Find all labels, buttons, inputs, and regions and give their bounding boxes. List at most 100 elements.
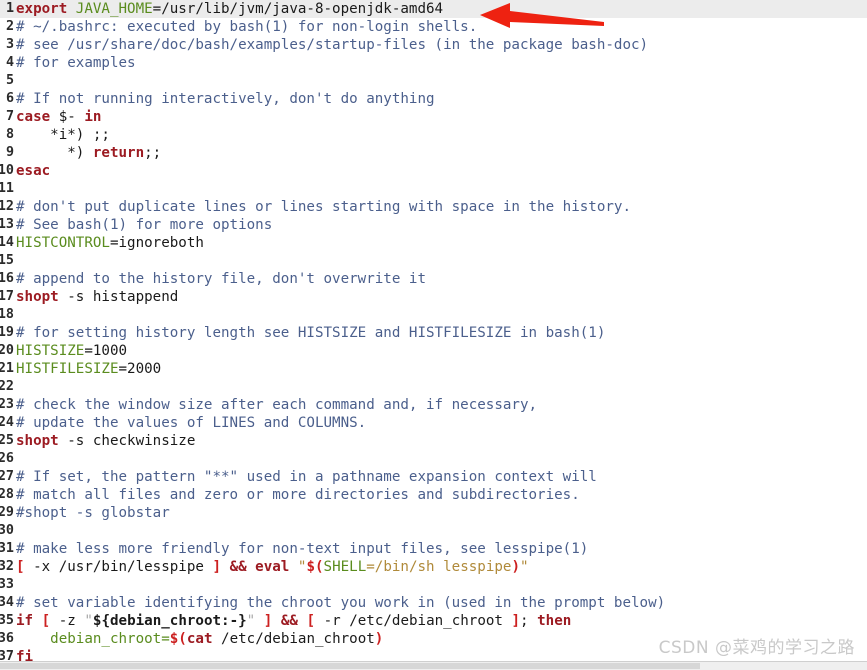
code-line-text: # make less more friendly for non-text i… xyxy=(16,540,588,558)
code-token-comment: # If not running interactively, don't do… xyxy=(16,91,435,107)
code-line-text: # ~/.bashrc: executed by bash(1) for non… xyxy=(16,18,477,36)
line-number: 12 xyxy=(0,199,14,214)
code-line[interactable]: 23 # check the window size after each com… xyxy=(0,396,867,414)
code-line[interactable]: 25 shopt -s checkwinsize xyxy=(0,432,867,450)
code-line-text: case $- in xyxy=(16,108,101,126)
line-number: 31 xyxy=(0,541,14,556)
code-token-subst: $( xyxy=(306,559,324,575)
code-line[interactable]: 19 # for setting history length see HISTS… xyxy=(0,324,867,342)
code-line[interactable]: 12 # don't put duplicate lines or lines s… xyxy=(0,198,867,216)
code-token-subst: $( xyxy=(169,631,187,647)
code-line[interactable]: 26 xyxy=(0,450,867,468)
code-token-punct: [ xyxy=(306,613,316,629)
code-line[interactable]: 3 # see /usr/share/doc/bash/examples/star… xyxy=(0,36,867,54)
code-token-punct: [ xyxy=(16,559,25,575)
code-line-text: if [ -z "${debian_chroot:-}" ] && [ -r /… xyxy=(16,612,571,630)
horizontal-scrollbar-thumb[interactable] xyxy=(0,663,700,669)
code-line[interactable]: 7 case $- in xyxy=(0,108,867,126)
line-number: 30 xyxy=(0,523,14,538)
csdn-watermark: CSDN @菜鸡的学习之路 xyxy=(658,638,855,658)
code-token-plain: -s histappend xyxy=(58,289,179,305)
code-line[interactable]: 28 # match all files and zero or more dir… xyxy=(0,486,867,504)
line-number: 19 xyxy=(0,325,14,340)
line-number: 26 xyxy=(0,451,14,466)
code-line[interactable]: 14 HISTCONTROL=ignoreboth xyxy=(0,234,867,252)
line-number: 10 xyxy=(0,163,14,178)
code-token-plain: =/usr/lib/jvm/java-8-openjdk-amd64 xyxy=(152,1,444,17)
code-line[interactable]: 2 # ~/.bashrc: executed by bash(1) for no… xyxy=(0,18,867,36)
code-token-plain: -z xyxy=(50,613,85,629)
code-line[interactable]: 29 #shopt -s globstar xyxy=(0,504,867,522)
code-line[interactable]: 8 *i*) ;; xyxy=(0,126,867,144)
code-line[interactable]: 34 # set variable identifying the chroot … xyxy=(0,594,867,612)
code-line-text: export JAVA_HOME=/usr/lib/jvm/java-8-ope… xyxy=(16,0,443,18)
line-number: 5 xyxy=(5,73,14,88)
code-editor[interactable]: 1 export JAVA_HOME=/usr/lib/jvm/java-8-op… xyxy=(0,0,867,665)
line-number: 4 xyxy=(5,55,14,70)
code-line-text: debian_chroot=$(cat /etc/debian_chroot) xyxy=(16,630,383,648)
code-line-text: shopt -s histappend xyxy=(16,288,178,306)
code-line-text: # for examples xyxy=(16,54,136,72)
code-token-var: HISTCONTROL xyxy=(16,235,110,251)
horizontal-scrollbar[interactable] xyxy=(0,661,867,670)
line-number: 11 xyxy=(0,181,14,196)
line-number: 34 xyxy=(0,595,14,610)
code-token-plain: -s checkwinsize xyxy=(58,433,196,449)
code-line-text: # don't put duplicate lines or lines sta… xyxy=(16,198,631,216)
code-line-text: # set variable identifying the chroot yo… xyxy=(16,594,665,612)
code-line[interactable]: 17 shopt -s histappend xyxy=(0,288,867,306)
code-line[interactable]: 13 # See bash(1) for more options xyxy=(0,216,867,234)
line-number: 2 xyxy=(5,19,14,34)
code-line[interactable]: 20 HISTSIZE=1000 xyxy=(0,342,867,360)
code-token-kw: case xyxy=(16,109,59,125)
line-number: 32 xyxy=(0,559,14,574)
line-number: 17 xyxy=(0,289,14,304)
code-token-plain: ; xyxy=(520,613,538,629)
code-token-kw: cat xyxy=(186,631,213,647)
code-line[interactable]: 9 *) return;; xyxy=(0,144,867,162)
code-token-comment: # don't put duplicate lines or lines sta… xyxy=(16,199,631,215)
code-token-var: debian_chroot= xyxy=(50,631,170,647)
code-token-kw: then xyxy=(537,613,572,629)
code-token-comment: #shopt -s globstar xyxy=(16,505,170,521)
code-line[interactable]: 10 esac xyxy=(0,162,867,180)
code-line[interactable]: 4 # for examples xyxy=(0,54,867,72)
code-line[interactable]: 6 # If not running interactively, don't d… xyxy=(0,90,867,108)
code-line[interactable]: 33 xyxy=(0,576,867,594)
line-number: 36 xyxy=(0,631,14,646)
code-line[interactable]: 15 xyxy=(0,252,867,270)
line-number: 18 xyxy=(0,307,14,322)
code-line-text: # see /usr/share/doc/bash/examples/start… xyxy=(16,36,648,54)
line-number: 3 xyxy=(5,37,14,52)
code-line-text: [ -x /usr/bin/lesspipe ] && eval " $(SHEL… xyxy=(16,558,529,576)
code-token-kw: in xyxy=(84,109,102,125)
code-line[interactable]: 21 HISTFILESIZE=2000 xyxy=(0,360,867,378)
code-line[interactable]: 30 xyxy=(0,522,867,540)
code-token-kw: return xyxy=(92,145,145,161)
code-line[interactable]: 22 xyxy=(0,378,867,396)
code-token-quote: " xyxy=(246,613,256,629)
code-token-comment: # make less more friendly for non-text i… xyxy=(16,541,589,557)
code-line[interactable]: 18 xyxy=(0,306,867,324)
code-line[interactable]: 1 export JAVA_HOME=/usr/lib/jvm/java-8-op… xyxy=(0,0,867,18)
code-token-punct: ] xyxy=(511,613,521,629)
code-line[interactable]: 31 # make less more friendly for non-text… xyxy=(0,540,867,558)
line-number: 16 xyxy=(0,271,14,286)
code-line[interactable]: 35 if [ -z "${debian_chroot:-}" ] && [ -r… xyxy=(0,612,867,630)
code-token-comment: # If set, the pattern "**" used in a pat… xyxy=(16,469,597,485)
code-line[interactable]: 32[ -x /usr/bin/lesspipe ] && eval " $(SH… xyxy=(0,558,867,576)
code-token-punct: ] xyxy=(212,559,222,575)
code-token-subst: ) xyxy=(374,631,384,647)
line-number: 8 xyxy=(5,127,14,142)
code-token-plain: /etc/debian_chroot xyxy=(212,631,375,647)
code-line[interactable]: 16 # append to the history file, don't ov… xyxy=(0,270,867,288)
code-line[interactable]: 24 # update the values of LINES and COLUM… xyxy=(0,414,867,432)
code-line[interactable]: 27 # If set, the pattern "**" used in a p… xyxy=(0,468,867,486)
code-line[interactable]: 5 xyxy=(0,72,867,90)
code-line-text: *) return;; xyxy=(16,144,161,162)
code-line[interactable]: 11 xyxy=(0,180,867,198)
code-token-plain: $- xyxy=(58,109,85,125)
